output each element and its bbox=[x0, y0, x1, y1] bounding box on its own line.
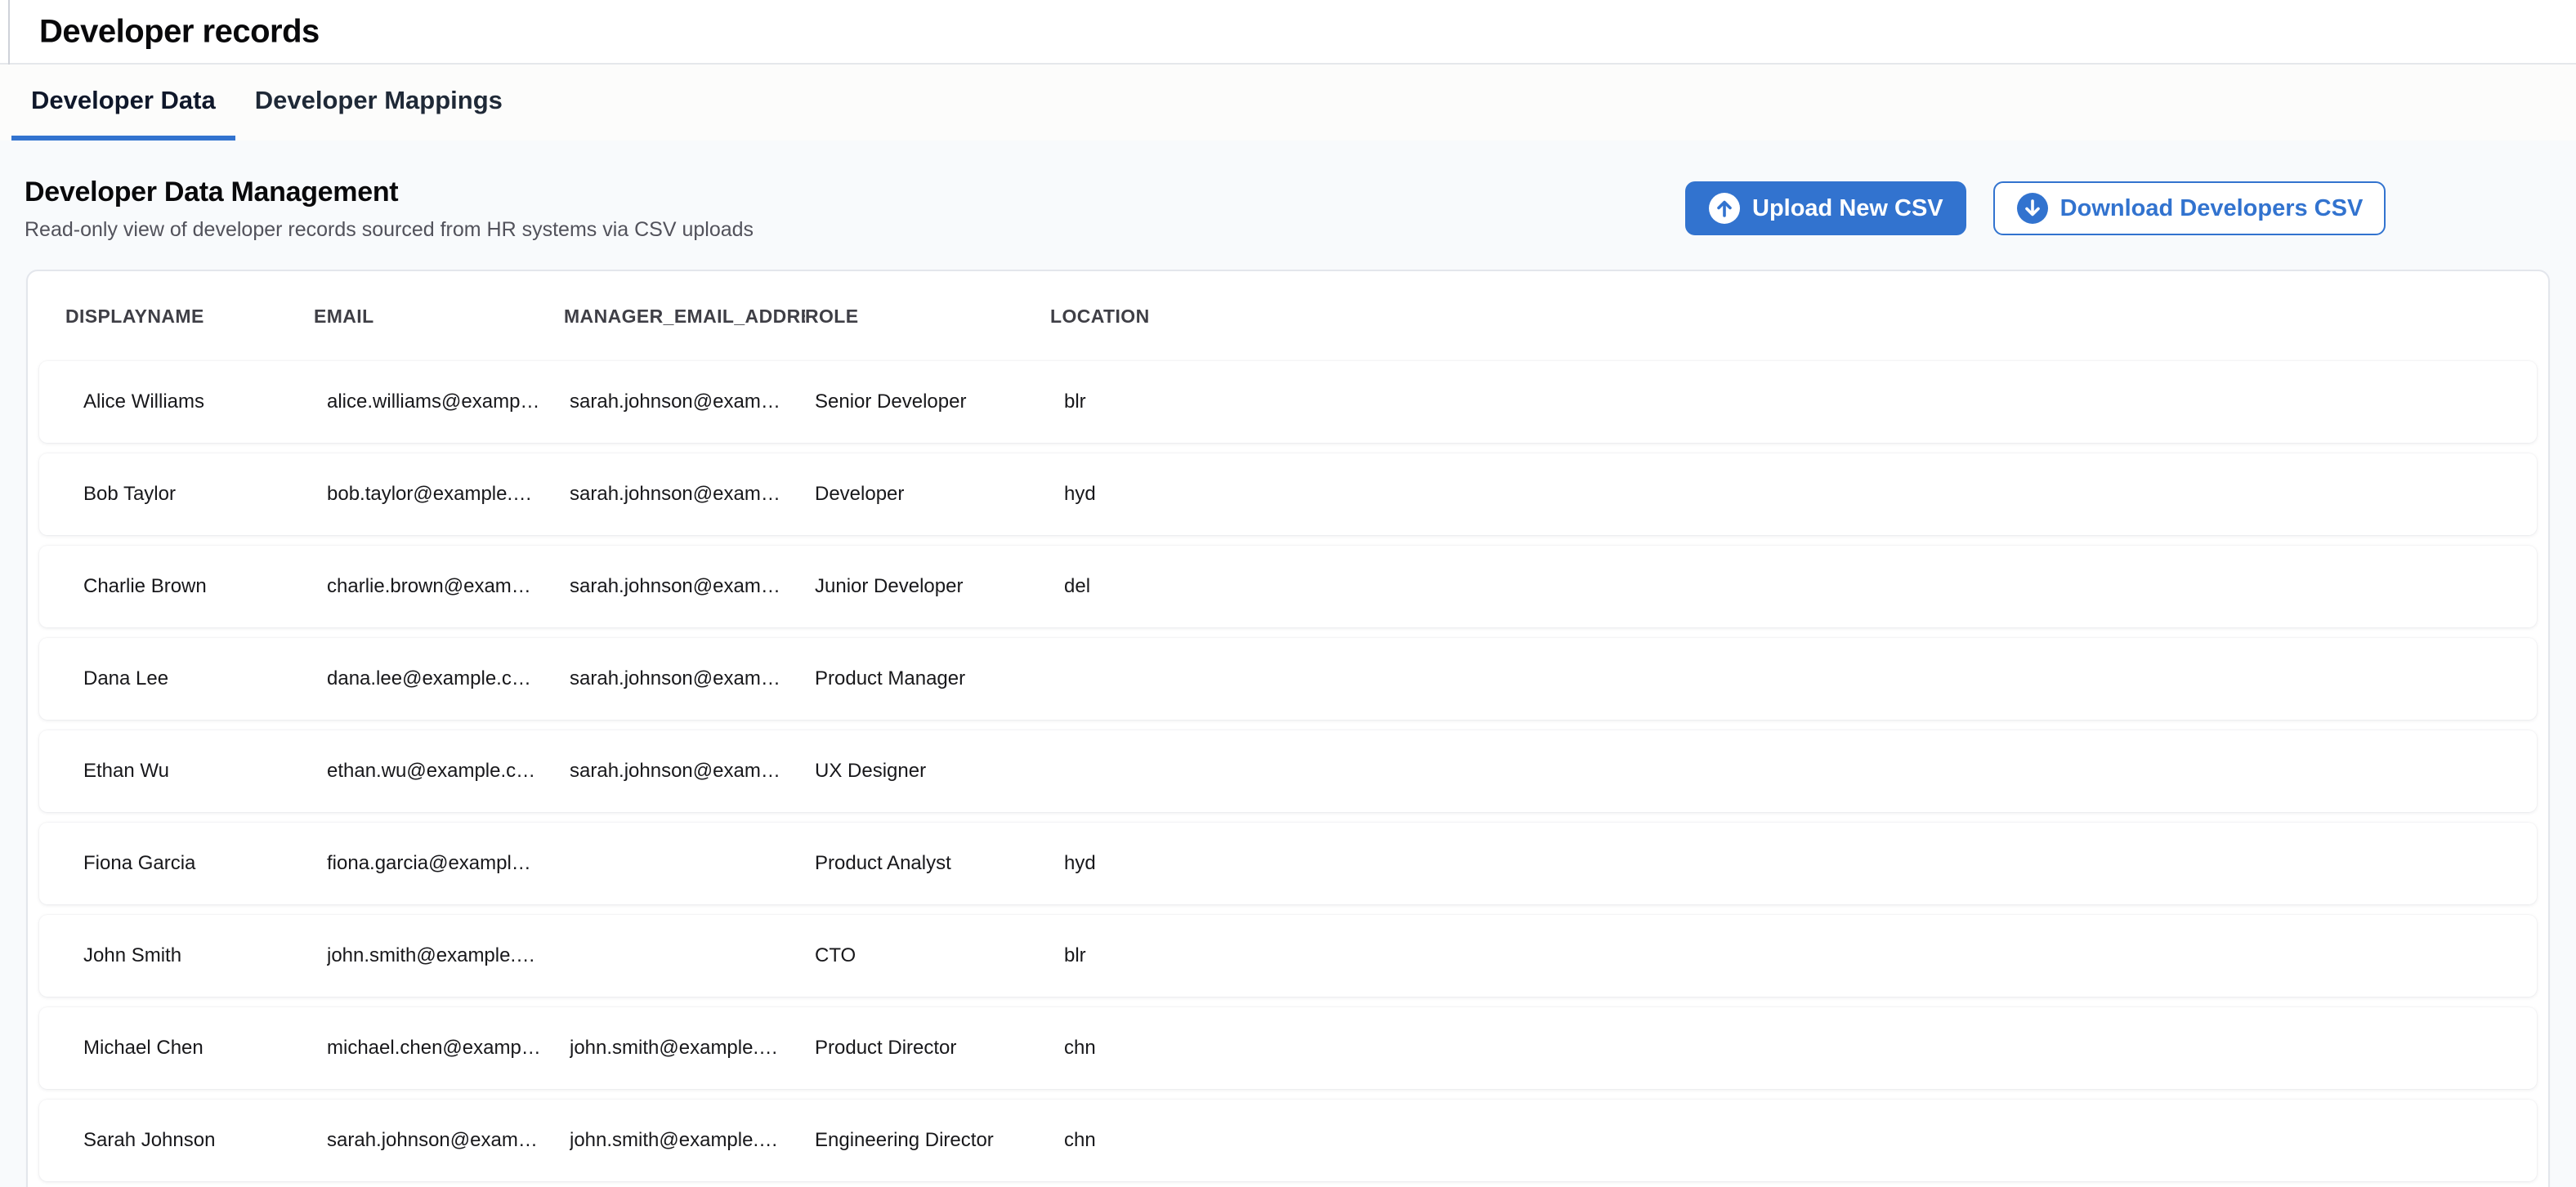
cell-role: UX Designer bbox=[815, 760, 1064, 783]
cell-email: john.smith@example.… bbox=[327, 944, 570, 967]
table-row: Michael Chen michael.chen@examp… john.sm… bbox=[39, 1007, 2537, 1089]
table-row: John Smith john.smith@example.… CTO blr bbox=[39, 915, 2537, 997]
content-area: Developer Data Management Read-only view… bbox=[0, 141, 2576, 1187]
cell-displayname: Ethan Wu bbox=[83, 760, 327, 783]
cell-manager-email: john.smith@example.… bbox=[570, 1129, 815, 1152]
column-header-displayname: DISPLAYNAME bbox=[65, 306, 314, 328]
page-header: Developer records bbox=[0, 0, 2576, 65]
header-actions: Upload New CSV Download Developers CSV bbox=[1685, 181, 2386, 235]
table-row: Bob Taylor bob.taylor@example.… sarah.jo… bbox=[39, 453, 2537, 535]
tab-developer-mappings[interactable]: Developer Mappings bbox=[235, 65, 522, 141]
cell-location: chn bbox=[1064, 1129, 2537, 1152]
tab-developer-data[interactable]: Developer Data bbox=[11, 65, 235, 141]
column-header-manager-email: MANAGER_EMAIL_ADDRE… bbox=[564, 306, 805, 328]
cell-displayname: Bob Taylor bbox=[83, 483, 327, 506]
table-body: Alice Williams alice.williams@examp… sar… bbox=[28, 361, 2548, 1181]
cell-displayname: Alice Williams bbox=[83, 390, 327, 413]
download-button-label: Download Developers CSV bbox=[2060, 195, 2364, 222]
cell-email: michael.chen@examp… bbox=[327, 1037, 570, 1060]
cell-email: charlie.brown@exam… bbox=[327, 575, 570, 598]
cell-email: bob.taylor@example.… bbox=[327, 483, 570, 506]
cell-location: chn bbox=[1064, 1037, 2537, 1060]
cell-location: hyd bbox=[1064, 483, 2537, 506]
cell-displayname: John Smith bbox=[83, 944, 327, 967]
table-row: Ethan Wu ethan.wu@example.c… sarah.johns… bbox=[39, 730, 2537, 812]
download-developers-csv-button[interactable]: Download Developers CSV bbox=[1993, 181, 2386, 235]
cell-role: Senior Developer bbox=[815, 390, 1064, 413]
cell-manager-email: sarah.johnson@exam… bbox=[570, 483, 815, 506]
upload-button-label: Upload New CSV bbox=[1752, 195, 1943, 222]
cell-displayname: Fiona Garcia bbox=[83, 852, 327, 875]
cell-displayname: Michael Chen bbox=[83, 1037, 327, 1060]
cell-location: hyd bbox=[1064, 852, 2537, 875]
cell-email: fiona.garcia@exampl… bbox=[327, 852, 570, 875]
column-header-email: EMAIL bbox=[314, 306, 564, 328]
cell-email: dana.lee@example.c… bbox=[327, 667, 570, 690]
circle-arrow-down-icon bbox=[2016, 192, 2049, 225]
cell-manager-email: john.smith@example.… bbox=[570, 1037, 815, 1060]
cell-manager-email: sarah.johnson@exam… bbox=[570, 760, 815, 783]
cell-role: CTO bbox=[815, 944, 1064, 967]
cell-manager-email: sarah.johnson@exam… bbox=[570, 667, 815, 690]
cell-email: sarah.johnson@exam… bbox=[327, 1129, 570, 1152]
upload-new-csv-button[interactable]: Upload New CSV bbox=[1685, 181, 1966, 235]
cell-displayname: Sarah Johnson bbox=[83, 1129, 327, 1152]
cell-email: ethan.wu@example.c… bbox=[327, 760, 570, 783]
page-title: Developer records bbox=[39, 13, 320, 50]
cell-location: blr bbox=[1064, 390, 2537, 413]
table-row: Charlie Brown charlie.brown@exam… sarah.… bbox=[39, 546, 2537, 627]
cell-role: Product Director bbox=[815, 1037, 1064, 1060]
developer-table: DISPLAYNAME EMAIL MANAGER_EMAIL_ADDRE… R… bbox=[26, 270, 2550, 1187]
tab-bar: Developer Data Developer Mappings bbox=[0, 65, 2576, 141]
cell-displayname: Charlie Brown bbox=[83, 575, 327, 598]
cell-role: Product Analyst bbox=[815, 852, 1064, 875]
section-header: Developer Data Management Read-only view… bbox=[0, 141, 2576, 242]
circle-arrow-up-icon bbox=[1708, 192, 1741, 225]
panel-divider bbox=[8, 0, 10, 65]
table-header-row: DISPLAYNAME EMAIL MANAGER_EMAIL_ADDRE… R… bbox=[28, 271, 2548, 361]
cell-manager-email: sarah.johnson@exam… bbox=[570, 575, 815, 598]
cell-location: del bbox=[1064, 575, 2537, 598]
cell-displayname: Dana Lee bbox=[83, 667, 327, 690]
cell-role: Junior Developer bbox=[815, 575, 1064, 598]
table-row: Sarah Johnson sarah.johnson@exam… john.s… bbox=[39, 1100, 2537, 1181]
cell-role: Engineering Director bbox=[815, 1129, 1064, 1152]
table-row: Dana Lee dana.lee@example.c… sarah.johns… bbox=[39, 638, 2537, 720]
cell-email: alice.williams@examp… bbox=[327, 390, 570, 413]
cell-role: Developer bbox=[815, 483, 1064, 506]
cell-manager-email: sarah.johnson@exam… bbox=[570, 390, 815, 413]
column-header-location: LOCATION bbox=[1050, 306, 2548, 328]
cell-role: Product Manager bbox=[815, 667, 1064, 690]
column-header-role: ROLE bbox=[805, 306, 1050, 328]
table-row: Alice Williams alice.williams@examp… sar… bbox=[39, 361, 2537, 443]
cell-location: blr bbox=[1064, 944, 2537, 967]
table-row: Fiona Garcia fiona.garcia@exampl… Produc… bbox=[39, 823, 2537, 904]
